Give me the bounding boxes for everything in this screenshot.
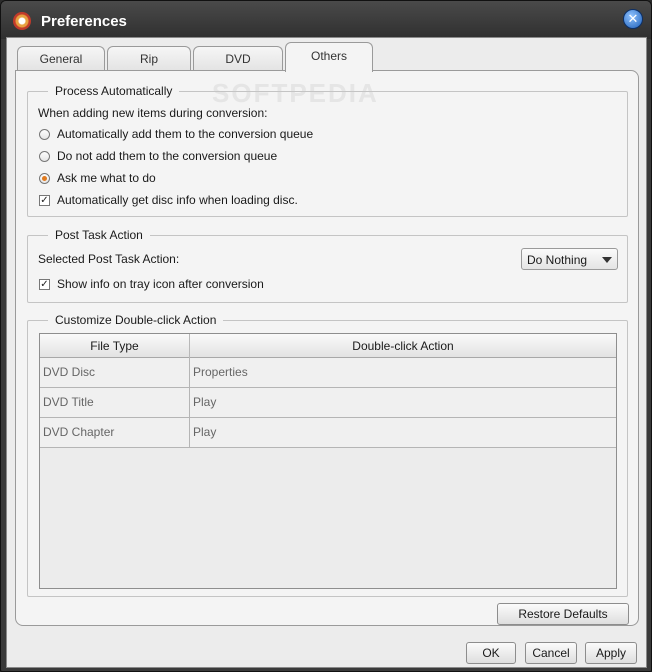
ok-button[interactable]: OK [466, 642, 516, 664]
dialog-body: SOFTPEDIA General Rip DVD Others Process… [6, 37, 647, 668]
window-title: Preferences [41, 13, 127, 30]
cell-action[interactable]: Properties [190, 358, 616, 388]
group-post-task-action: Post Task Action Selected Post Task Acti… [27, 228, 628, 303]
checkbox-tray-info-label[interactable]: Show info on tray icon after conversion [57, 277, 264, 291]
group-process-automatically: Process Automatically When adding new it… [27, 84, 628, 217]
group-title-post-task: Post Task Action [48, 228, 150, 242]
radio-ask-me-label[interactable]: Ask me what to do [57, 171, 156, 185]
watermark: SOFTPEDIA [212, 78, 379, 108]
table-header: File Type Double-click Action [40, 334, 616, 358]
close-button[interactable]: ✕ [623, 9, 643, 29]
tab-general[interactable]: General [17, 46, 105, 72]
cell-file-type: DVD Chapter [40, 418, 190, 448]
post-task-select-value: Do Nothing [527, 253, 588, 267]
post-task-select[interactable]: Do Nothing [521, 248, 618, 270]
radio-do-not-add[interactable] [39, 151, 50, 162]
table-row[interactable]: DVD Title Play [40, 388, 616, 418]
tab-others[interactable]: Others [285, 42, 373, 72]
title-bar[interactable]: Preferences ✕ [1, 1, 651, 39]
table-row[interactable]: DVD Chapter Play [40, 418, 616, 448]
radio-add-to-queue-label[interactable]: Automatically add them to the conversion… [57, 127, 313, 141]
checkbox-disc-info[interactable]: ✓ [39, 195, 50, 206]
table-row[interactable]: DVD Disc Properties [40, 358, 616, 388]
checkbox-disc-info-label[interactable]: Automatically get disc info when loading… [57, 193, 298, 207]
checkbox-tray-info[interactable]: ✓ [39, 279, 50, 290]
group-double-click-action: Customize Double-click Action File Type … [27, 313, 628, 597]
cell-file-type: DVD Disc [40, 358, 190, 388]
radio-ask-me[interactable] [39, 173, 50, 184]
group-title-process: Process Automatically [48, 84, 180, 98]
radio-add-to-queue[interactable] [39, 129, 50, 140]
chevron-down-icon [602, 257, 612, 263]
cell-action[interactable]: Play [190, 388, 616, 418]
column-header-action[interactable]: Double-click Action [190, 334, 616, 358]
preferences-window: Preferences ✕ SOFTPEDIA General Rip DVD … [0, 0, 652, 672]
cancel-button[interactable]: Cancel [525, 642, 577, 664]
post-task-label: Selected Post Task Action: [38, 252, 180, 266]
group-title-double-click: Customize Double-click Action [48, 313, 224, 327]
radio-do-not-add-label[interactable]: Do not add them to the conversion queue [57, 149, 277, 163]
tab-panel-others: Process Automatically When adding new it… [15, 70, 639, 626]
double-click-table: File Type Double-click Action DVD Disc P… [39, 333, 617, 589]
cell-file-type: DVD Title [40, 388, 190, 418]
cell-action[interactable]: Play [190, 418, 616, 448]
column-header-file-type[interactable]: File Type [40, 334, 190, 358]
app-icon [13, 12, 31, 30]
apply-button[interactable]: Apply [585, 642, 637, 664]
tab-rip[interactable]: Rip [107, 46, 191, 72]
tab-dvd[interactable]: DVD [193, 46, 283, 72]
restore-defaults-button[interactable]: Restore Defaults [497, 603, 629, 625]
